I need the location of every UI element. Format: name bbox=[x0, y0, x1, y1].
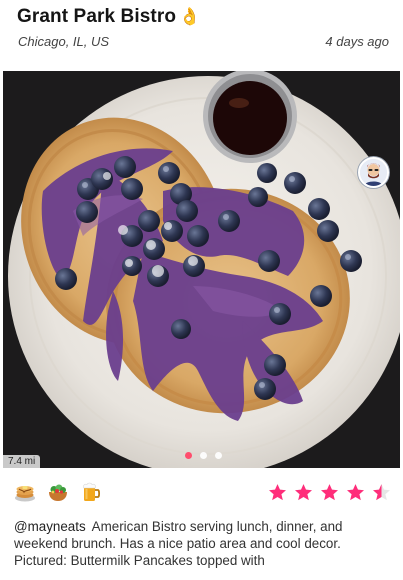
restaurant-title[interactable]: Grant Park Bistro 👌 bbox=[17, 6, 200, 28]
carousel-dot-1[interactable] bbox=[185, 452, 192, 459]
user-avatar[interactable] bbox=[358, 157, 389, 188]
star-icon bbox=[373, 484, 390, 501]
author-handle[interactable]: @mayneats bbox=[14, 519, 86, 534]
post-description: @mayneats American Bistro serving lunch, … bbox=[14, 518, 394, 569]
carousel-dot-2[interactable] bbox=[200, 452, 207, 459]
location-label: Chicago, IL, US bbox=[18, 34, 110, 49]
reaction-icons bbox=[13, 480, 103, 504]
star-icon bbox=[347, 484, 364, 501]
distance-badge: 7.4 mi bbox=[3, 455, 41, 468]
salad-icon[interactable] bbox=[46, 480, 70, 504]
beer-mug-icon[interactable] bbox=[79, 480, 103, 504]
post-photo[interactable]: 7.4 mi bbox=[3, 71, 400, 468]
carousel-dots[interactable] bbox=[185, 452, 222, 459]
avatar-image bbox=[360, 159, 387, 186]
star-rating bbox=[268, 483, 391, 502]
star-icon bbox=[269, 484, 286, 501]
restaurant-name[interactable]: Grant Park Bistro bbox=[17, 6, 176, 27]
timestamp-label: 4 days ago bbox=[325, 34, 389, 49]
star-icon bbox=[295, 484, 312, 501]
post-card[interactable]: Grant Park Bistro 👌 Chicago, IL, US 4 day… bbox=[0, 0, 403, 580]
pancakes-icon[interactable] bbox=[13, 480, 37, 504]
ok-hand-emoji: 👌 bbox=[179, 7, 201, 27]
syrup-cup-shape bbox=[203, 71, 297, 163]
post-header: Grant Park Bistro 👌 Chicago, IL, US 4 day… bbox=[0, 0, 403, 70]
star-icon bbox=[321, 484, 338, 501]
pancakes-photo-image bbox=[3, 71, 400, 468]
carousel-dot-3[interactable] bbox=[215, 452, 222, 459]
